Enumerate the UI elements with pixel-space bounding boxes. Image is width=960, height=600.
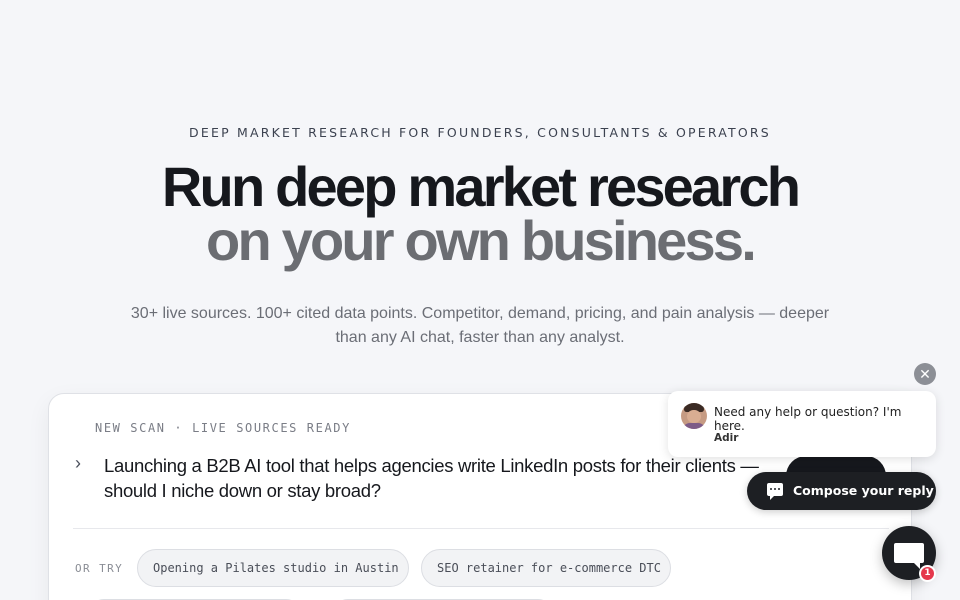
chat-popup[interactable]: Need any help or question? I'm here. Adi… (668, 391, 936, 457)
chat-bubble-icon (767, 483, 783, 500)
popup-message: Need any help or question? I'm here. (714, 405, 902, 433)
avatar (681, 403, 707, 429)
hero-headline: Run deep market research on your own bus… (0, 155, 960, 272)
suggestion-chip-pilates[interactable]: Opening a Pilates studio in Austin (137, 549, 409, 587)
headline-line-1: Run deep market research (161, 155, 801, 218)
scan-prompt-input[interactable]: Launching a B2B AI tool that helps agenc… (104, 453, 774, 503)
unread-badge: 1 (919, 565, 936, 582)
hero-eyebrow: DEEP MARKET RESEARCH FOR FOUNDERS, CONSU… (189, 125, 771, 140)
close-popup-button[interactable]: ✕ (914, 363, 936, 385)
suggestion-chip-seo[interactable]: SEO retainer for e-commerce DTC (421, 549, 671, 587)
chat-icon (894, 543, 924, 569)
hero-subtitle: 30+ live sources. 100+ cited data points… (130, 305, 830, 346)
card-divider (73, 528, 889, 529)
scan-card-label: NEW SCAN · LIVE SOURCES READY (95, 421, 351, 435)
compose-reply-button[interactable]: Compose your reply (747, 472, 936, 510)
chevron-right-icon: › (75, 453, 81, 473)
agent-name: Adir (714, 432, 739, 444)
compose-reply-label: Compose your reply (793, 483, 934, 498)
headline-line-2: on your own business. (206, 209, 757, 272)
or-try-label: OR TRY (75, 562, 124, 575)
